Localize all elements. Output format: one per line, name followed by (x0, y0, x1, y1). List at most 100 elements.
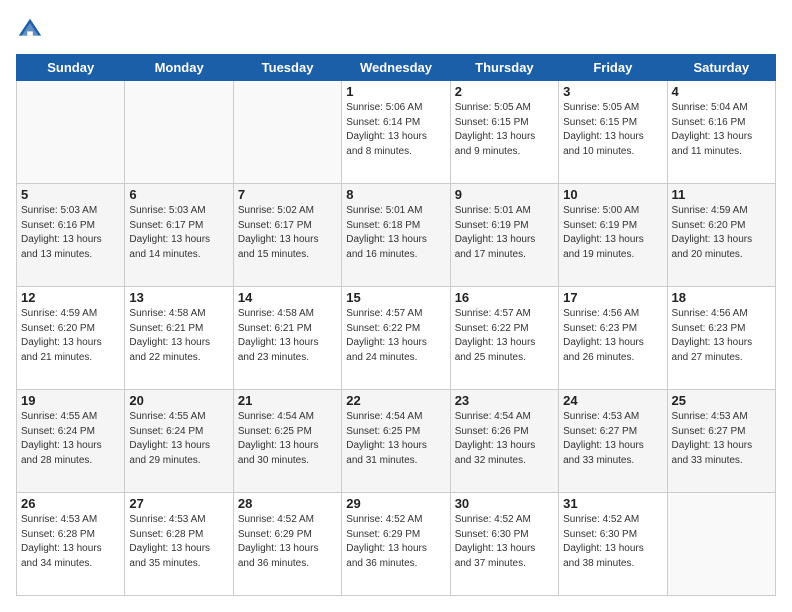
calendar-cell: 14Sunrise: 4:58 AM Sunset: 6:21 PM Dayli… (233, 287, 341, 390)
weekday-monday: Monday (125, 55, 233, 81)
weekday-tuesday: Tuesday (233, 55, 341, 81)
day-info: Sunrise: 5:03 AM Sunset: 6:17 PM Dayligh… (129, 204, 228, 262)
day-number: 30 (455, 496, 554, 511)
day-info: Sunrise: 5:01 AM Sunset: 6:19 PM Dayligh… (455, 204, 554, 262)
calendar-cell: 11 Sunrise: 4:59 AM Sunset: 6:20 PM Dayli… (667, 184, 775, 287)
weekday-thursday: Thursday (450, 55, 558, 81)
day-number: 10 (563, 187, 662, 202)
day-info: Sunrise: 4:54 AM Sunset: 6:25 PM Dayligh… (238, 410, 337, 468)
calendar-cell: 9 Sunrise: 5:01 AM Sunset: 6:19 PM Daylig… (450, 184, 558, 287)
day-number: 3 (563, 84, 662, 99)
calendar-cell: 12 Sunrise: 4:59 AM Sunset: 6:20 PM Dayli… (17, 287, 125, 390)
day-info: Sunrise: 4:53 AM Sunset: 6:27 PM Dayligh… (563, 410, 662, 468)
calendar-cell: 24 Sunrise: 4:53 AM Sunset: 6:27 PM Dayli… (559, 390, 667, 493)
logo (16, 16, 48, 44)
day-info: Sunrise: 4:59 AM Sunset: 6:20 PM Dayligh… (21, 307, 120, 365)
day-number: 17 (563, 290, 662, 305)
header (16, 16, 776, 44)
day-info: Sunrise: 4:56 AM Sunset: 6:23 PM Dayligh… (672, 307, 771, 365)
day-info: Sunrise: 4:52 AM Sunset: 6:30 PM Dayligh… (455, 513, 554, 571)
day-info: Sunrise: 5:01 AM Sunset: 6:18 PM Dayligh… (346, 204, 445, 262)
calendar-cell: 13Sunrise: 4:58 AM Sunset: 6:21 PM Dayli… (125, 287, 233, 390)
calendar-cell: 16 Sunrise: 4:57 AM Sunset: 6:22 PM Dayli… (450, 287, 558, 390)
calendar-cell: 21 Sunrise: 4:54 AM Sunset: 6:25 PM Dayli… (233, 390, 341, 493)
calendar-cell: 2 Sunrise: 5:05 AM Sunset: 6:15 PM Daylig… (450, 81, 558, 184)
day-number: 5 (21, 187, 120, 202)
calendar-cell: 8 Sunrise: 5:01 AM Sunset: 6:18 PM Daylig… (342, 184, 450, 287)
day-info: Sunrise: 4:57 AM Sunset: 6:22 PM Dayligh… (455, 307, 554, 365)
calendar-cell (17, 81, 125, 184)
day-info: Sunrise: 4:57 AM Sunset: 6:22 PM Dayligh… (346, 307, 445, 365)
calendar-cell: 31 Sunrise: 4:52 AM Sunset: 6:30 PM Dayli… (559, 493, 667, 596)
day-number: 9 (455, 187, 554, 202)
weekday-wednesday: Wednesday (342, 55, 450, 81)
day-number: 1 (346, 84, 445, 99)
day-info: Sunrise: 4:53 AM Sunset: 6:28 PM Dayligh… (21, 513, 120, 571)
day-info: Sunrise: 5:02 AM Sunset: 6:17 PM Dayligh… (238, 204, 337, 262)
day-info: Sunrise: 4:58 AM Sunset: 6:21 PM Dayligh… (238, 307, 337, 365)
day-info: Sunrise: 4:53 AM Sunset: 6:27 PM Dayligh… (672, 410, 771, 468)
day-info: Sunrise: 5:06 AM Sunset: 6:14 PM Dayligh… (346, 101, 445, 159)
day-number: 28 (238, 496, 337, 511)
week-row-4: 19Sunrise: 4:55 AM Sunset: 6:24 PM Dayli… (17, 390, 776, 493)
calendar-cell: 26Sunrise: 4:53 AM Sunset: 6:28 PM Dayli… (17, 493, 125, 596)
day-number: 25 (672, 393, 771, 408)
calendar-cell: 7 Sunrise: 5:02 AM Sunset: 6:17 PM Daylig… (233, 184, 341, 287)
day-number: 4 (672, 84, 771, 99)
calendar-cell (667, 493, 775, 596)
day-number: 15 (346, 290, 445, 305)
day-number: 24 (563, 393, 662, 408)
day-info: Sunrise: 4:52 AM Sunset: 6:29 PM Dayligh… (238, 513, 337, 571)
day-number: 7 (238, 187, 337, 202)
day-info: Sunrise: 4:52 AM Sunset: 6:30 PM Dayligh… (563, 513, 662, 571)
day-number: 8 (346, 187, 445, 202)
day-number: 18 (672, 290, 771, 305)
day-number: 11 (672, 187, 771, 202)
week-row-2: 5Sunrise: 5:03 AM Sunset: 6:16 PM Daylig… (17, 184, 776, 287)
day-info: Sunrise: 4:55 AM Sunset: 6:24 PM Dayligh… (129, 410, 228, 468)
calendar-cell: 3 Sunrise: 5:05 AM Sunset: 6:15 PM Daylig… (559, 81, 667, 184)
calendar-cell: 28 Sunrise: 4:52 AM Sunset: 6:29 PM Dayli… (233, 493, 341, 596)
day-number: 13 (129, 290, 228, 305)
week-row-3: 12 Sunrise: 4:59 AM Sunset: 6:20 PM Dayli… (17, 287, 776, 390)
day-info: Sunrise: 4:55 AM Sunset: 6:24 PM Dayligh… (21, 410, 120, 468)
day-number: 27 (129, 496, 228, 511)
calendar-cell: 27 Sunrise: 4:53 AM Sunset: 6:28 PM Dayli… (125, 493, 233, 596)
day-number: 20 (129, 393, 228, 408)
day-info: Sunrise: 4:54 AM Sunset: 6:26 PM Dayligh… (455, 410, 554, 468)
day-number: 22 (346, 393, 445, 408)
day-info: Sunrise: 5:00 AM Sunset: 6:19 PM Dayligh… (563, 204, 662, 262)
calendar-cell: 5Sunrise: 5:03 AM Sunset: 6:16 PM Daylig… (17, 184, 125, 287)
calendar-cell (125, 81, 233, 184)
calendar-cell (233, 81, 341, 184)
day-number: 6 (129, 187, 228, 202)
day-info: Sunrise: 5:05 AM Sunset: 6:15 PM Dayligh… (455, 101, 554, 159)
calendar-cell: 4 Sunrise: 5:04 AM Sunset: 6:16 PM Daylig… (667, 81, 775, 184)
day-number: 2 (455, 84, 554, 99)
day-number: 29 (346, 496, 445, 511)
logo-icon (16, 16, 44, 44)
weekday-header-row: SundayMondayTuesdayWednesdayThursdayFrid… (17, 55, 776, 81)
day-info: Sunrise: 4:53 AM Sunset: 6:28 PM Dayligh… (129, 513, 228, 571)
weekday-sunday: Sunday (17, 55, 125, 81)
calendar-cell: 25 Sunrise: 4:53 AM Sunset: 6:27 PM Dayli… (667, 390, 775, 493)
calendar-cell: 15 Sunrise: 4:57 AM Sunset: 6:22 PM Dayli… (342, 287, 450, 390)
day-info: Sunrise: 4:54 AM Sunset: 6:25 PM Dayligh… (346, 410, 445, 468)
calendar-cell: 18 Sunrise: 4:56 AM Sunset: 6:23 PM Dayli… (667, 287, 775, 390)
day-info: Sunrise: 4:56 AM Sunset: 6:23 PM Dayligh… (563, 307, 662, 365)
day-number: 16 (455, 290, 554, 305)
day-number: 31 (563, 496, 662, 511)
day-info: Sunrise: 4:59 AM Sunset: 6:20 PM Dayligh… (672, 204, 771, 262)
calendar-cell: 30 Sunrise: 4:52 AM Sunset: 6:30 PM Dayli… (450, 493, 558, 596)
calendar-cell: 22 Sunrise: 4:54 AM Sunset: 6:25 PM Dayli… (342, 390, 450, 493)
calendar-cell: 6 Sunrise: 5:03 AM Sunset: 6:17 PM Daylig… (125, 184, 233, 287)
week-row-1: 1 Sunrise: 5:06 AM Sunset: 6:14 PM Daylig… (17, 81, 776, 184)
day-number: 21 (238, 393, 337, 408)
weekday-saturday: Saturday (667, 55, 775, 81)
day-info: Sunrise: 5:05 AM Sunset: 6:15 PM Dayligh… (563, 101, 662, 159)
week-row-5: 26Sunrise: 4:53 AM Sunset: 6:28 PM Dayli… (17, 493, 776, 596)
day-number: 12 (21, 290, 120, 305)
day-info: Sunrise: 4:52 AM Sunset: 6:29 PM Dayligh… (346, 513, 445, 571)
day-info: Sunrise: 5:04 AM Sunset: 6:16 PM Dayligh… (672, 101, 771, 159)
calendar-cell: 23Sunrise: 4:54 AM Sunset: 6:26 PM Dayli… (450, 390, 558, 493)
